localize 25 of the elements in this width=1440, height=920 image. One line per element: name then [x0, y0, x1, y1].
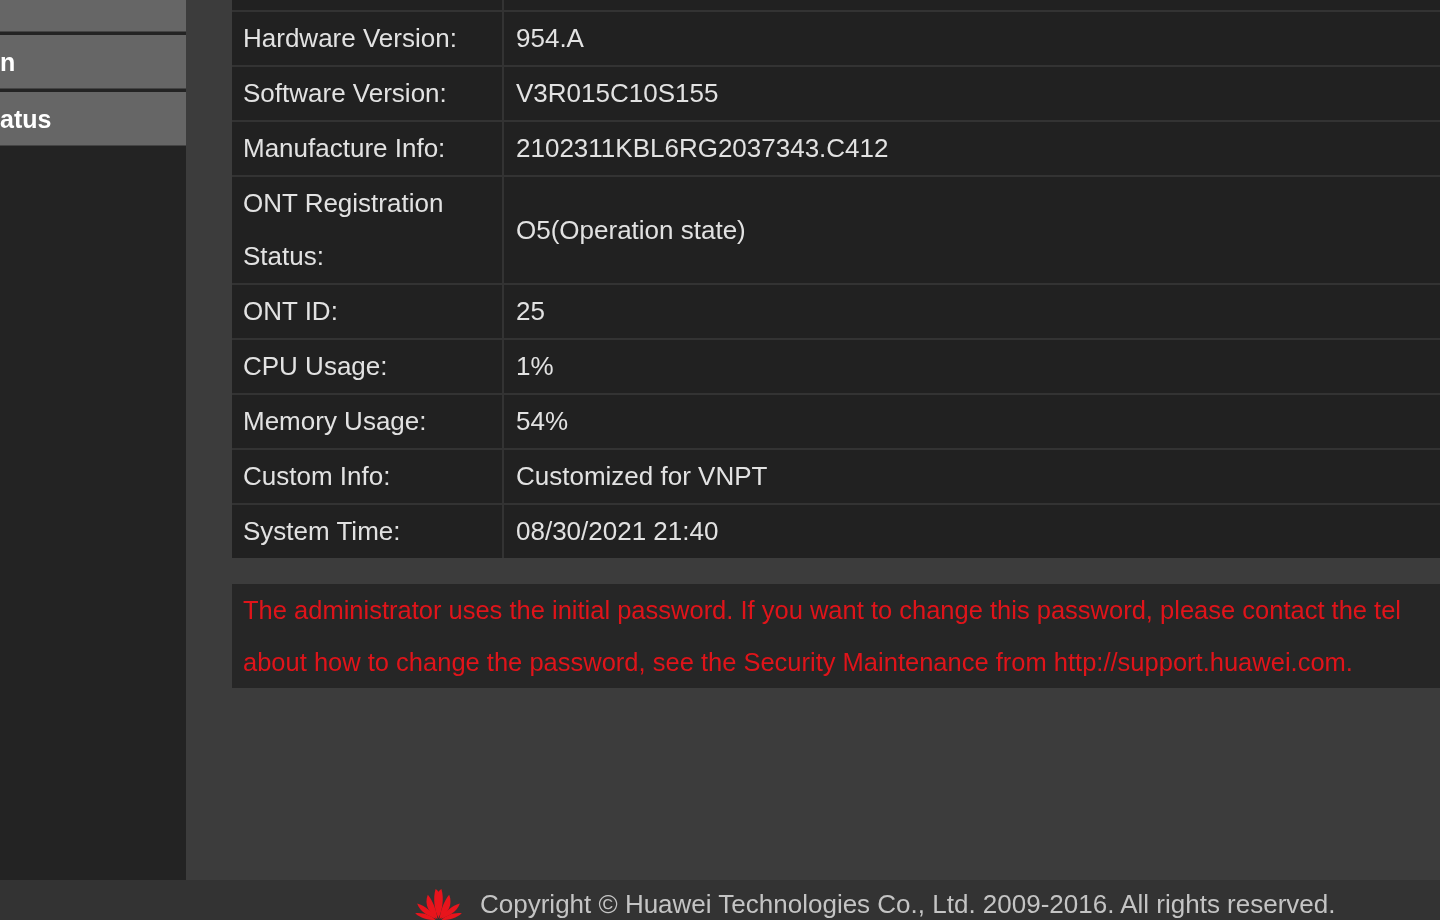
row-value: 54% — [516, 405, 569, 438]
row-value: 08/30/2021 21:40 — [516, 515, 719, 548]
row-label: Software Version: — [243, 77, 447, 110]
row-value: V3R015C10S155 — [516, 77, 719, 110]
row-value: 2102311KBL6RG2037343.C412 — [516, 132, 889, 165]
row-value: 25 — [516, 295, 545, 328]
sidebar-item[interactable]: n — [0, 35, 186, 89]
copyright-text: Copyright © Huawei Technologies Co., Ltd. 2009-2016. All rights reserved. — [480, 889, 1336, 920]
row-value: 954.A — [516, 22, 584, 55]
row-label: Custom Info: — [243, 460, 391, 493]
sidebar-item[interactable] — [0, 0, 186, 32]
warning-text: The administrator uses the initial password. If you want to change this password, please contact the tel — [243, 595, 1403, 626]
row-value: O5(Operation state) — [516, 213, 746, 247]
row-label: ONT Registration Status: — [243, 187, 445, 273]
row-label: CPU Usage: — [243, 350, 388, 383]
row-label: ONT ID: — [243, 295, 338, 328]
row-label: System Time: — [243, 515, 401, 548]
row-label: Hardware Version: — [243, 22, 457, 55]
sidebar-item[interactable]: atus — [0, 92, 186, 146]
warning-text: about how to change the password, see the Security Maintenance from http://support.huawei.com. — [243, 647, 1354, 678]
row-label: Memory Usage: — [243, 405, 427, 438]
row-value: 1% — [516, 350, 554, 383]
row-label: Manufacture Info: — [243, 132, 446, 165]
petal-logo-icon — [415, 887, 462, 920]
row-value: Customized for VNPT — [516, 460, 768, 493]
